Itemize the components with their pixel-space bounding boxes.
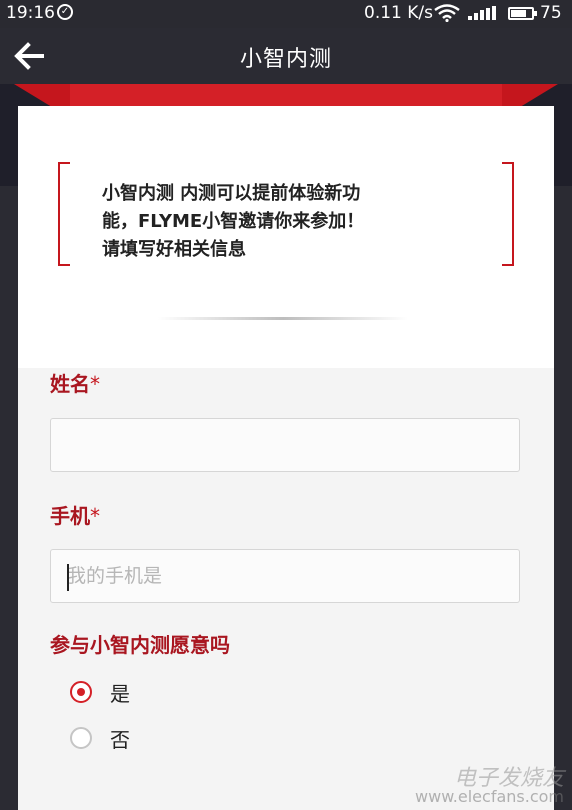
status-time: 19:16 xyxy=(6,3,55,23)
phone-label: 手机* xyxy=(50,500,100,529)
check-circle-icon: ✓ xyxy=(57,4,73,20)
radio-unchecked-icon[interactable] xyxy=(70,727,92,749)
bracket-left xyxy=(58,162,70,266)
name-input[interactable] xyxy=(51,419,519,471)
intro-line-3: 请填写好相关信息 xyxy=(102,239,246,260)
watermark-url: www.elecfans.com xyxy=(415,787,564,806)
required-mark: * xyxy=(90,504,100,528)
signal-icon xyxy=(468,6,496,20)
text-cursor xyxy=(67,564,69,591)
intro-line-2: 能，FLYME小智邀请你来参加！ xyxy=(102,211,365,232)
name-label: 姓名* xyxy=(50,368,100,397)
divider-line xyxy=(158,317,408,320)
required-mark: * xyxy=(90,372,100,396)
option-no-label: 否 xyxy=(110,728,130,752)
ribbon-banner xyxy=(70,84,502,106)
battery-fill xyxy=(511,10,526,17)
battery-icon xyxy=(508,7,537,20)
participate-question: 参与小智内测愿意吗 xyxy=(50,633,230,657)
option-yes-label: 是 xyxy=(110,682,130,706)
radio-dot xyxy=(77,688,85,696)
intro-line-1: 小智内测 内测可以提前体验新功 xyxy=(102,183,361,204)
watermark: 电子发烧友 www.elecfans.com xyxy=(415,766,564,806)
wifi-icon xyxy=(434,4,460,22)
page-title: 小智内测 xyxy=(239,47,332,72)
name-label-text: 姓名 xyxy=(50,372,90,396)
phone-field[interactable] xyxy=(50,549,520,603)
status-bar: 19:16 ✓ 0.11 K/s 75 xyxy=(0,0,572,28)
phone-label-text: 手机 xyxy=(50,504,90,528)
intro-text: 小智内测 内测可以提前体验新功 能，FLYME小智邀请你来参加！ 请填写好相关信… xyxy=(102,180,472,264)
watermark-brand: 电子发烧友 xyxy=(453,766,564,791)
app-bar: 小智内测 xyxy=(0,28,572,84)
battery-percent: 75 xyxy=(540,3,562,23)
intro-panel: 小智内测 内测可以提前体验新功 能，FLYME小智邀请你来参加！ 请填写好相关信… xyxy=(18,106,554,368)
form-card: 小智内测 内测可以提前体验新功 能，FLYME小智邀请你来参加！ 请填写好相关信… xyxy=(18,106,554,810)
bracket-right xyxy=(502,162,514,266)
phone-input[interactable] xyxy=(51,550,519,602)
network-speed: 0.11 K/s xyxy=(364,3,433,23)
name-field[interactable] xyxy=(50,418,520,472)
radio-checked-icon[interactable] xyxy=(70,681,92,703)
